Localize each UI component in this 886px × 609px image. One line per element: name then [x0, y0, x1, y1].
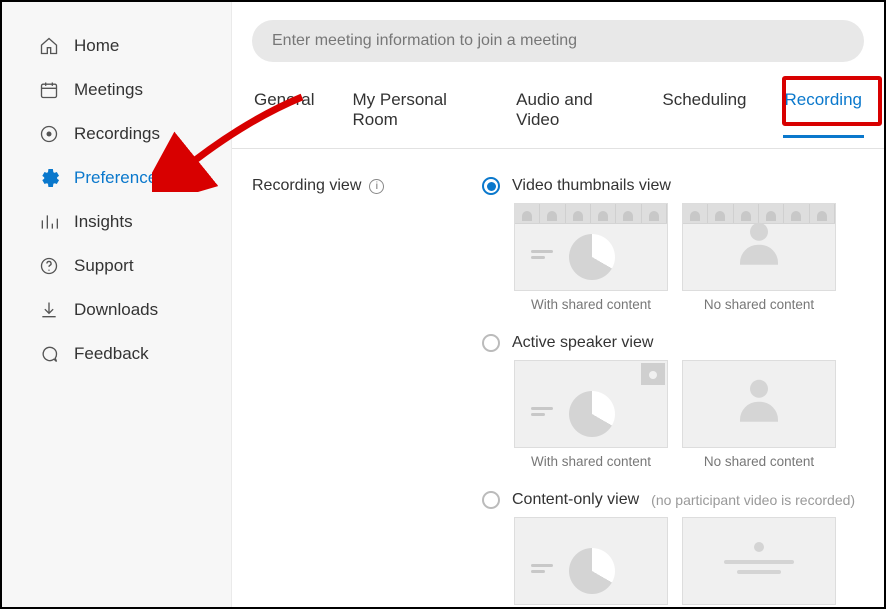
download-icon — [38, 299, 60, 321]
sidebar-item-support[interactable]: Support — [2, 244, 231, 288]
chart-icon — [38, 211, 60, 233]
sidebar-item-label: Support — [74, 256, 134, 276]
sidebar-item-label: Downloads — [74, 300, 158, 320]
thumb-speaker-noshared[interactable] — [682, 360, 836, 448]
radio-content-only[interactable] — [482, 491, 500, 509]
thumb-caption: With shared content — [514, 454, 668, 469]
tab-recording[interactable]: Recording — [783, 86, 865, 138]
thumb-video-noshared[interactable] — [682, 203, 836, 291]
record-icon — [38, 123, 60, 145]
search-input[interactable]: Enter meeting information to join a meet… — [252, 20, 864, 62]
sidebar-item-label: Preferences — [74, 168, 166, 188]
sidebar-item-insights[interactable]: Insights — [2, 200, 231, 244]
sidebar-item-label: Feedback — [74, 344, 149, 364]
gear-icon — [38, 167, 60, 189]
recording-view-label: Recording view i — [252, 177, 482, 195]
feedback-icon — [38, 343, 60, 365]
sidebar-item-label: Insights — [74, 212, 133, 232]
sidebar-item-feedback[interactable]: Feedback — [2, 332, 231, 376]
sidebar-item-preferences[interactable]: Preferences — [2, 156, 231, 200]
main: Enter meeting information to join a meet… — [232, 2, 884, 607]
thumb-content-shared[interactable] — [514, 517, 668, 605]
help-icon — [38, 255, 60, 277]
sidebar-item-downloads[interactable]: Downloads — [2, 288, 231, 332]
sidebar-item-label: Meetings — [74, 80, 143, 100]
recording-view-options: Video thumbnails view With shared conten… — [482, 177, 864, 607]
thumb-content-noshared[interactable] — [682, 517, 836, 605]
thumb-caption: With shared content — [514, 297, 668, 312]
calendar-icon — [38, 79, 60, 101]
tab-scheduling[interactable]: Scheduling — [660, 86, 748, 138]
sidebar-item-recordings[interactable]: Recordings — [2, 112, 231, 156]
tab-personal-room[interactable]: My Personal Room — [350, 86, 480, 138]
sidebar-item-label: Recordings — [74, 124, 160, 144]
sidebar-item-meetings[interactable]: Meetings — [2, 68, 231, 112]
tab-audio-video[interactable]: Audio and Video — [514, 86, 626, 138]
thumb-caption: No shared content — [682, 454, 836, 469]
option-hint: (no participant video is recorded) — [651, 492, 855, 508]
thumb-caption: No shared content — [682, 297, 836, 312]
info-icon[interactable]: i — [369, 179, 384, 194]
option-label: Active speaker view — [512, 334, 653, 352]
sidebar-item-label: Home — [74, 36, 119, 56]
radio-video-thumbnails[interactable] — [482, 177, 500, 195]
home-icon — [38, 35, 60, 57]
preferences-tabs: General My Personal Room Audio and Video… — [232, 62, 884, 149]
option-label: Video thumbnails view — [512, 177, 671, 195]
thumb-speaker-shared[interactable] — [514, 360, 668, 448]
sidebar: Home Meetings Recordings Preferences Ins… — [2, 2, 232, 607]
tab-general[interactable]: General — [252, 86, 316, 138]
thumb-video-shared[interactable] — [514, 203, 668, 291]
option-label: Content-only view — [512, 491, 639, 509]
radio-active-speaker[interactable] — [482, 334, 500, 352]
sidebar-item-home[interactable]: Home — [2, 24, 231, 68]
